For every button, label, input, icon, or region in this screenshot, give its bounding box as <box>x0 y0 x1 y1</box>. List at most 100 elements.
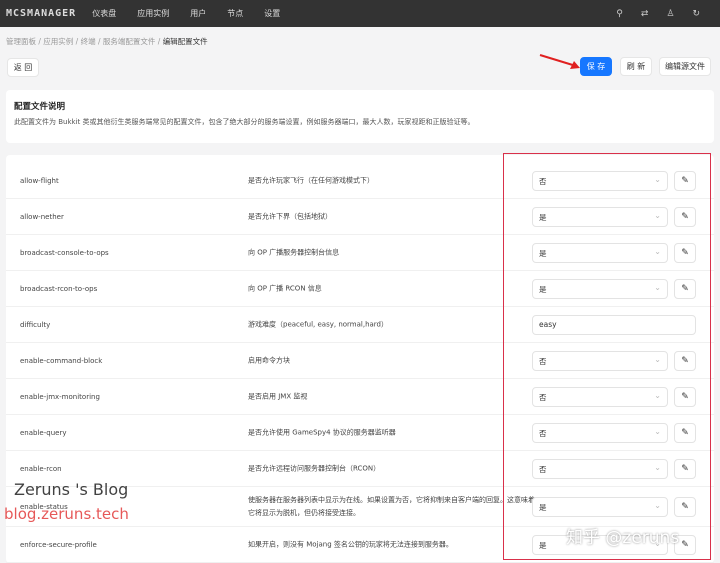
arrow-annotation-icon <box>539 54 580 69</box>
config-key: enable-command-block <box>20 356 103 365</box>
pencil-icon: ✎ <box>681 355 689 366</box>
select-value: 是 <box>539 502 547 512</box>
select-value: 否 <box>539 392 547 402</box>
pencil-icon: ✎ <box>681 391 689 402</box>
description-text: 此配置文件为 Bukkit 类或其他衍生类服务端常见的配置文件，包含了绝大部分的… <box>14 118 475 126</box>
watermark-blog-url: blog.zeruns.tech <box>4 505 129 523</box>
nav-settings[interactable]: 设置 <box>264 8 280 19</box>
value-select[interactable]: 是 ⌄ <box>532 206 668 227</box>
chevron-down-icon: ⌄ <box>654 500 661 510</box>
back-button[interactable]: 返 回 <box>7 58 39 77</box>
config-info: 是否允许远程访问服务器控制台（RCON） <box>248 464 381 472</box>
value-select[interactable]: 否 ⌄ <box>532 170 668 191</box>
pencil-icon: ✎ <box>681 175 689 186</box>
nav-instances[interactable]: 应用实例 <box>137 8 169 19</box>
config-info: 向 OP 广播 RCON 信息 <box>248 284 322 292</box>
value-select[interactable]: 是 ⌄ <box>532 496 668 517</box>
breadcrumb: 管理面板 / 应用实例 / 终端 / 服务端配置文件 / 编辑配置文件 <box>6 37 208 46</box>
description-title: 配置文件说明 <box>14 102 66 112</box>
description-card: 配置文件说明 此配置文件为 Bukkit 类或其他衍生类服务端常见的配置文件，包… <box>6 90 714 143</box>
pencil-icon: ✎ <box>681 427 689 438</box>
pencil-icon: ✎ <box>681 247 689 258</box>
config-key: allow-nether <box>20 212 64 221</box>
nav-nodes[interactable]: 节点 <box>227 8 243 19</box>
config-info: 启用命令方块 <box>248 356 290 364</box>
config-info: 是否允许下界（包括地狱） <box>248 212 332 220</box>
breadcrumb-item[interactable]: 应用实例 <box>43 37 73 46</box>
pencil-icon: ✎ <box>681 463 689 474</box>
chevron-down-icon: ⌄ <box>654 426 661 436</box>
config-key: enforce-secure-profile <box>20 540 97 549</box>
config-key: difficulty <box>20 320 51 329</box>
select-value: 否 <box>539 176 547 186</box>
select-value: 是 <box>539 540 547 550</box>
config-info: 是否允许玩家飞行（在任何游戏模式下） <box>248 176 374 184</box>
nav-dashboard[interactable]: 仪表盘 <box>92 8 116 19</box>
value-select[interactable]: 是 ⌄ <box>532 278 668 299</box>
config-row: enable-command-block 启用命令方块否 ⌄ ✎ <box>6 343 714 379</box>
edit-button[interactable]: ✎ <box>674 170 696 191</box>
chevron-down-icon: ⌄ <box>654 390 661 400</box>
config-row: broadcast-console-to-ops 向 OP 广播服务器控制台信息… <box>6 235 714 271</box>
select-value: 否 <box>539 464 547 474</box>
select-value: 否 <box>539 428 547 438</box>
value-select[interactable]: 否 ⌄ <box>532 458 668 479</box>
pencil-icon: ✎ <box>681 501 689 512</box>
watermark-blog-name: Zeruns 's Blog <box>14 480 129 499</box>
value-select[interactable]: 否 ⌄ <box>532 422 668 443</box>
config-info: 使服务器在服务器列表中显示为在线。如果设置为否，它将抑制来自客户端的回复。这意味… <box>248 495 535 517</box>
user-icon[interactable]: ♙ <box>666 9 674 19</box>
config-key: enable-jmx-monitoring <box>20 392 100 401</box>
config-row: difficulty 游戏难度（peaceful, easy, normal,h… <box>6 307 714 343</box>
watermark-zhihu: 知乎 @zeruns <box>566 528 680 548</box>
chevron-down-icon: ⌄ <box>654 354 661 364</box>
edit-button[interactable]: ✎ <box>674 242 696 263</box>
select-value: 是 <box>539 284 547 294</box>
value-input[interactable]: easy <box>532 314 696 335</box>
config-key: enable-rcon <box>20 464 62 473</box>
config-key: enable-query <box>20 428 67 437</box>
edit-source-button[interactable]: 编辑源文件 <box>659 57 711 76</box>
save-button[interactable]: 保 存 <box>580 57 612 76</box>
breadcrumb-item[interactable]: 服务端配置文件 <box>103 37 156 46</box>
edit-button[interactable]: ✎ <box>674 496 696 517</box>
value-select[interactable]: 是 ⌄ <box>532 242 668 263</box>
breadcrumb-item[interactable]: 管理面板 <box>6 37 36 46</box>
pencil-icon: ✎ <box>681 283 689 294</box>
chevron-down-icon: ⌄ <box>654 210 661 220</box>
chevron-down-icon: ⌄ <box>654 174 661 184</box>
theme-icon[interactable]: ⚲ <box>616 9 623 19</box>
language-icon[interactable]: ⇄ <box>641 9 649 19</box>
edit-button[interactable]: ✎ <box>674 206 696 227</box>
value-select[interactable]: 否 ⌄ <box>532 386 668 407</box>
refresh-button[interactable]: 刷 新 <box>620 57 652 76</box>
config-table: allow-flight 是否允许玩家飞行（在任何游戏模式下）否 ⌄ ✎ allow… <box>6 155 714 563</box>
config-key: broadcast-rcon-to-ops <box>20 284 98 293</box>
edit-button[interactable]: ✎ <box>674 350 696 371</box>
breadcrumb-item[interactable]: 终端 <box>81 37 96 46</box>
chevron-down-icon: ⌄ <box>654 462 661 472</box>
config-info: 是否允许使用 GameSpy4 协议的服务器监听器 <box>248 428 396 436</box>
select-value: 否 <box>539 356 547 366</box>
edit-button[interactable]: ✎ <box>674 458 696 479</box>
config-row: broadcast-rcon-to-ops 向 OP 广播 RCON 信息是 ⌄ … <box>6 271 714 307</box>
edit-button[interactable]: ✎ <box>674 386 696 407</box>
value-select[interactable]: 否 ⌄ <box>532 350 668 371</box>
chevron-down-icon: ⌄ <box>654 282 661 292</box>
chevron-down-icon: ⌄ <box>654 246 661 256</box>
config-info: 如果开启，则没有 Mojang 签名公钥的玩家将无法连接到服务器。 <box>248 540 453 548</box>
select-value: 是 <box>539 212 547 222</box>
config-info: 向 OP 广播服务器控制台信息 <box>248 248 340 256</box>
edit-button[interactable]: ✎ <box>674 278 696 299</box>
config-key: allow-flight <box>20 176 59 185</box>
config-key: broadcast-console-to-ops <box>20 248 109 257</box>
config-row: allow-flight 是否允许玩家飞行（在任何游戏模式下）否 ⌄ ✎ <box>6 163 714 199</box>
breadcrumb-current: 编辑配置文件 <box>162 37 208 46</box>
logout-icon[interactable]: ↻ <box>692 9 700 19</box>
pencil-icon: ✎ <box>681 211 689 222</box>
config-row: enable-query 是否允许使用 GameSpy4 协议的服务器监听器否 ⌄… <box>6 415 714 451</box>
edit-button[interactable]: ✎ <box>674 422 696 443</box>
logo[interactable]: MCSMANAGER <box>6 8 76 19</box>
select-value: 是 <box>539 248 547 258</box>
nav-users[interactable]: 用户 <box>190 8 206 19</box>
